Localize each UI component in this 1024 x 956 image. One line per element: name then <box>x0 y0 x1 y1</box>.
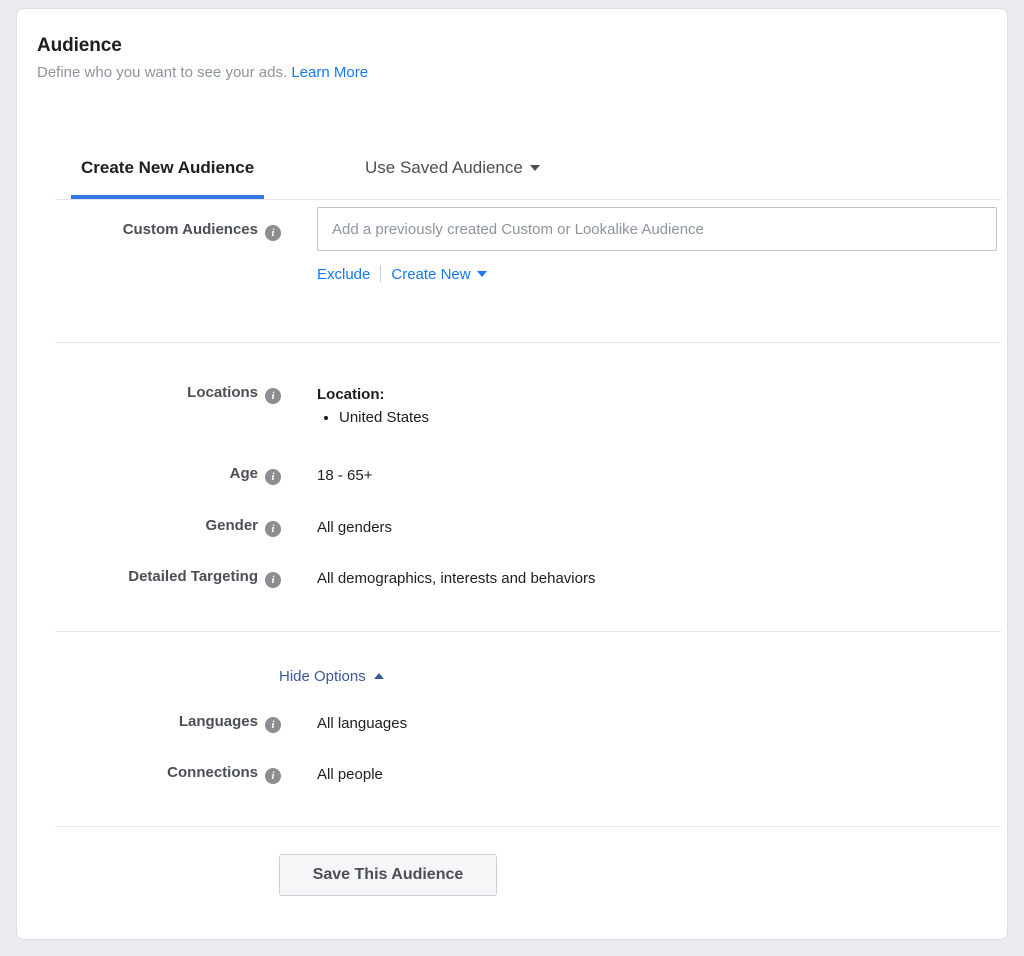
custom-audiences-links: Exclude Create New <box>317 265 487 285</box>
age-value[interactable]: 18 - 65+ <box>317 465 372 486</box>
connections-label-text: Connections <box>167 764 258 781</box>
list-item: United States <box>339 406 429 430</box>
save-this-audience-button[interactable]: Save This Audience <box>279 854 497 896</box>
detailed-targeting-label: Detailed Targeting i <box>55 568 281 588</box>
chevron-up-icon <box>373 673 384 679</box>
languages-label-text: Languages <box>178 713 258 730</box>
page-subtitle: Define who you want to see your ads. Lea… <box>37 63 937 83</box>
info-icon[interactable]: i <box>265 521 281 537</box>
link-divider <box>380 265 382 282</box>
custom-audiences-row: Custom Audiences i Exclude Create New <box>55 207 1001 301</box>
info-icon[interactable]: i <box>265 768 281 784</box>
age-row: Age i 18 - 65+ <box>55 465 1001 491</box>
languages-row: Languages i All languages <box>55 713 1001 739</box>
detailed-targeting-row: Detailed Targeting i All demographics, in… <box>55 568 1001 594</box>
tab-create-new-audience[interactable]: Create New Audience <box>71 147 265 199</box>
detailed-targeting-label-text: Detailed Targeting <box>128 568 258 585</box>
locations-value[interactable]: Location: United States <box>317 384 429 430</box>
hide-options-label: Hide Options <box>279 668 366 685</box>
divider-2 <box>55 631 1001 632</box>
info-icon[interactable]: i <box>265 225 281 241</box>
connections-label: Connections i <box>55 764 281 784</box>
info-icon[interactable]: i <box>265 388 281 404</box>
page-title: Audience <box>37 35 122 56</box>
languages-label: Languages i <box>55 713 281 733</box>
info-icon[interactable]: i <box>265 469 281 485</box>
location-value-title: Location: <box>317 386 385 403</box>
locations-row: Locations i Location: United States <box>55 384 1001 444</box>
audience-header: Audience Define who you want to see your… <box>37 35 937 83</box>
exclude-link[interactable]: Exclude <box>317 266 370 283</box>
page-subtitle-text: Define who you want to see your ads. <box>37 64 288 81</box>
gender-label: Gender i <box>55 517 281 537</box>
location-list: United States <box>317 406 429 430</box>
custom-audiences-input[interactable] <box>317 207 997 251</box>
detailed-targeting-value[interactable]: All demographics, interests and behavior… <box>317 568 595 589</box>
info-icon[interactable]: i <box>265 572 281 588</box>
tab-create-new-audience-label: Create New Audience <box>81 158 255 177</box>
hide-options-toggle[interactable]: Hide Options <box>279 668 384 685</box>
gender-row: Gender i All genders <box>55 517 1001 543</box>
divider-3 <box>55 826 1001 827</box>
audience-card: Audience Define who you want to see your… <box>16 8 1008 940</box>
info-icon[interactable]: i <box>265 717 281 733</box>
locations-label: Locations i <box>55 384 281 404</box>
custom-audiences-label: Custom Audiences i <box>55 221 281 241</box>
audience-tabs: Create New Audience Use Saved Audience <box>55 147 1001 200</box>
connections-row: Connections i All people <box>55 764 1001 790</box>
age-label-text: Age <box>229 465 258 482</box>
gender-value[interactable]: All genders <box>317 517 392 538</box>
languages-value[interactable]: All languages <box>317 713 407 734</box>
learn-more-link[interactable]: Learn More <box>291 64 368 81</box>
tab-use-saved-audience[interactable]: Use Saved Audience <box>355 147 550 199</box>
chevron-down-icon[interactable] <box>476 271 487 277</box>
divider-1 <box>55 342 1001 343</box>
gender-label-text: Gender <box>205 517 258 534</box>
tab-use-saved-audience-label: Use Saved Audience <box>365 158 523 177</box>
connections-value[interactable]: All people <box>317 764 383 785</box>
create-new-link[interactable]: Create New <box>391 266 470 283</box>
locations-label-text: Locations <box>187 384 258 401</box>
custom-audiences-label-text: Custom Audiences <box>122 221 258 238</box>
chevron-down-icon <box>529 165 540 171</box>
age-label: Age i <box>55 465 281 485</box>
